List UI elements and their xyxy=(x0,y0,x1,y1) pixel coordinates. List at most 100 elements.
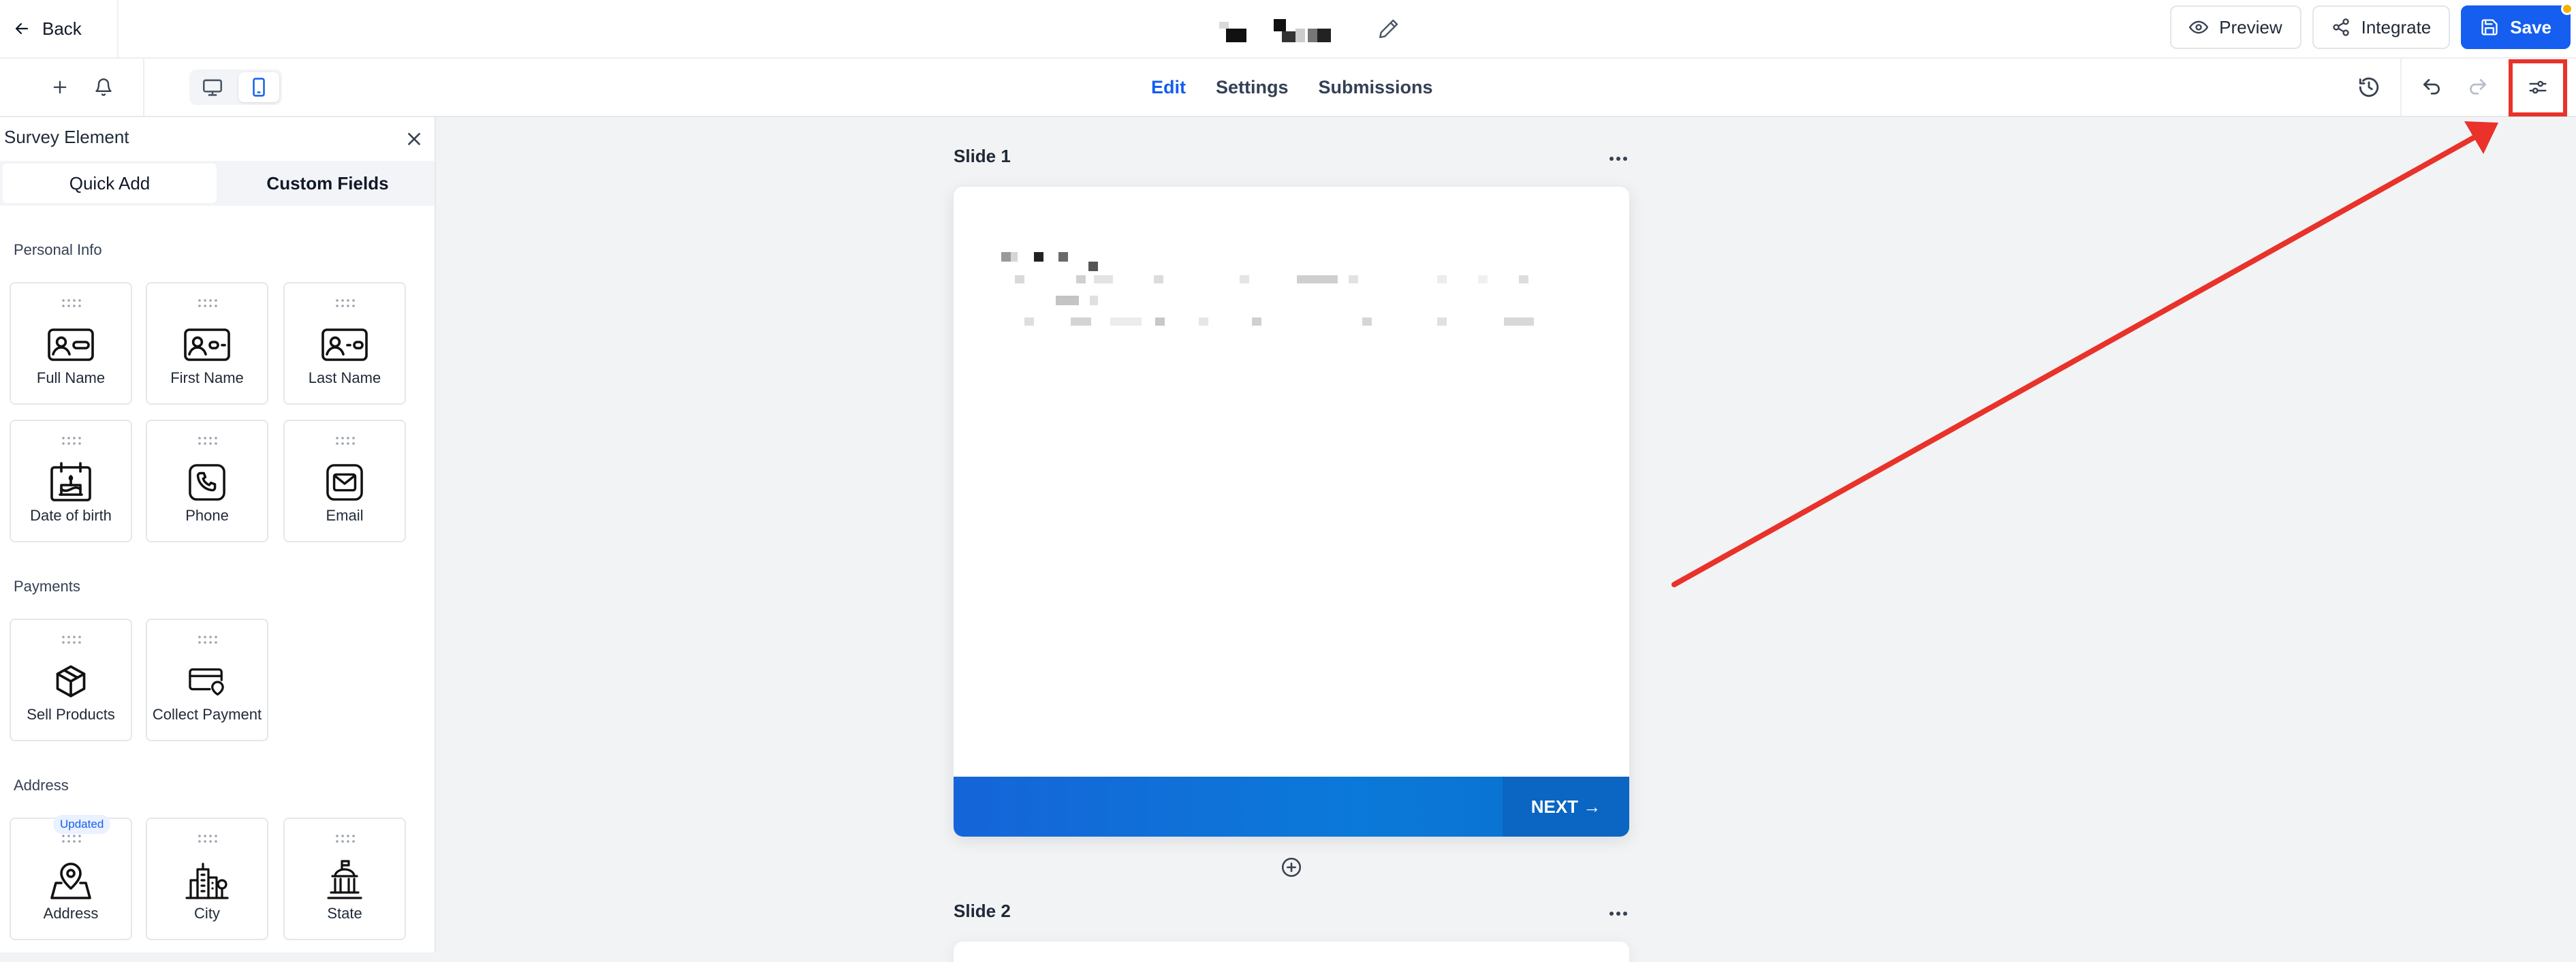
id-card-icon xyxy=(181,319,233,371)
element-label: First Name xyxy=(170,369,244,386)
map-pin-icon xyxy=(45,854,97,906)
drag-handle-icon[interactable] xyxy=(61,834,83,843)
plus-icon xyxy=(50,78,69,97)
slide-1-label: Slide 1 xyxy=(954,146,1011,166)
element-full-name[interactable]: Full Name xyxy=(10,282,132,405)
drag-handle-icon[interactable] xyxy=(198,834,219,843)
updated-badge: Updated xyxy=(53,815,111,834)
notification-dot xyxy=(2561,3,2573,15)
capitol-building-icon xyxy=(319,854,371,906)
plus-circle-icon xyxy=(1280,856,1303,879)
element-last-name[interactable]: Last Name xyxy=(283,282,406,405)
element-phone[interactable]: Phone xyxy=(146,420,268,542)
slide-1-more-button[interactable] xyxy=(1603,149,1633,169)
element-city[interactable]: City xyxy=(146,818,268,940)
id-card-icon xyxy=(45,319,97,371)
annotation-highlight-box xyxy=(2509,59,2567,117)
slide-1-card[interactable]: NEXT → xyxy=(954,187,1629,837)
redo-icon xyxy=(2467,76,2489,98)
drag-handle-icon[interactable] xyxy=(61,635,83,645)
element-label: State xyxy=(327,905,362,922)
drag-handle-icon[interactable] xyxy=(61,436,83,446)
element-email[interactable]: Email xyxy=(283,420,406,542)
drag-handle-icon[interactable] xyxy=(198,298,219,308)
bell-icon xyxy=(94,78,113,97)
integrate-label: Integrate xyxy=(2361,16,2432,37)
element-label: Last Name xyxy=(308,369,381,386)
panel-title: Survey Element xyxy=(4,127,129,147)
drag-handle-icon[interactable] xyxy=(335,436,357,446)
floppy-disk-icon xyxy=(2480,18,2499,37)
divider xyxy=(2400,59,2402,116)
save-label: Save xyxy=(2510,16,2551,37)
tab-submissions[interactable]: Submissions xyxy=(1319,77,1433,98)
add-element-button[interactable] xyxy=(45,72,75,102)
next-button[interactable]: NEXT → xyxy=(1503,777,1629,837)
birthday-cake-calendar-icon xyxy=(45,456,97,508)
element-label: Phone xyxy=(185,507,229,524)
tab-settings[interactable]: Settings xyxy=(1216,77,1289,98)
redacted-title-mosaic xyxy=(1219,12,1362,45)
mobile-phone-icon xyxy=(251,77,266,97)
element-first-name[interactable]: First Name xyxy=(146,282,268,405)
notifications-button[interactable] xyxy=(89,72,119,102)
undo-icon xyxy=(2421,76,2443,98)
editor-toolbar: Edit Settings Submissions xyxy=(0,59,2576,117)
back-label: Back xyxy=(42,18,82,39)
element-date-of-birth[interactable]: Date of birth xyxy=(10,420,132,542)
element-address[interactable]: Updated Address xyxy=(10,815,132,940)
drag-handle-icon[interactable] xyxy=(61,298,83,308)
survey-title[interactable] xyxy=(1219,12,1400,45)
tab-edit[interactable]: Edit xyxy=(1151,77,1186,98)
element-label: Sell Products xyxy=(27,706,115,723)
survey-element-panel: Survey Element Quick Add Custom Fields P… xyxy=(0,117,436,952)
divider xyxy=(143,59,144,116)
slide-2-more-button[interactable] xyxy=(1603,903,1633,924)
section-title-personal-info: Personal Info xyxy=(14,241,102,258)
slide-2-card[interactable] xyxy=(954,942,1629,962)
drag-handle-icon[interactable] xyxy=(335,298,357,308)
history-icon xyxy=(2357,76,2381,99)
arrow-head xyxy=(2464,121,2498,154)
tab-custom-fields[interactable]: Custom Fields xyxy=(221,161,435,206)
desktop-view-button[interactable] xyxy=(192,72,233,102)
device-toggle xyxy=(189,69,282,105)
eye-icon xyxy=(2189,18,2209,37)
element-label: Address xyxy=(43,905,99,922)
version-history-button[interactable] xyxy=(2354,72,2384,102)
save-button[interactable]: Save xyxy=(2461,3,2573,49)
redo-button[interactable] xyxy=(2463,72,2493,102)
divider xyxy=(117,0,119,57)
panel-tabs: Quick Add Custom Fields xyxy=(0,161,435,206)
element-state[interactable]: State xyxy=(283,818,406,940)
arrow-shaft xyxy=(1671,135,2477,587)
preview-button[interactable]: Preview xyxy=(2170,5,2302,49)
section-title-address: Address xyxy=(14,777,69,794)
element-label: Date of birth xyxy=(30,507,112,524)
integrate-button[interactable]: Integrate xyxy=(2312,5,2451,49)
phone-icon xyxy=(181,456,233,508)
redacted-slide-content xyxy=(1001,252,1546,334)
email-icon xyxy=(319,456,371,508)
drag-handle-icon[interactable] xyxy=(198,635,219,645)
pencil-icon[interactable] xyxy=(1377,17,1400,40)
element-collect-payment[interactable]: Collect Payment xyxy=(146,619,268,741)
element-label: Collect Payment xyxy=(152,706,262,723)
preview-label: Preview xyxy=(2219,16,2282,37)
mobile-view-button[interactable] xyxy=(238,72,279,102)
header-actions: Preview Integrate Save xyxy=(2170,3,2573,49)
undo-button[interactable] xyxy=(2417,72,2447,102)
add-slide-button[interactable] xyxy=(1280,856,1303,879)
back-button[interactable]: Back xyxy=(14,0,82,57)
slide-2-label: Slide 2 xyxy=(954,901,1011,921)
element-sell-products[interactable]: Sell Products xyxy=(10,619,132,741)
drag-handle-icon[interactable] xyxy=(198,436,219,446)
tab-quick-add[interactable]: Quick Add xyxy=(3,164,217,203)
element-label: City xyxy=(194,905,220,922)
credit-card-icon xyxy=(181,655,233,707)
id-card-icon xyxy=(319,319,371,371)
close-panel-button[interactable] xyxy=(400,125,428,153)
editor-tabs: Edit Settings Submissions xyxy=(1151,59,1433,116)
drag-handle-icon[interactable] xyxy=(335,834,357,843)
element-label: Full Name xyxy=(36,369,106,386)
